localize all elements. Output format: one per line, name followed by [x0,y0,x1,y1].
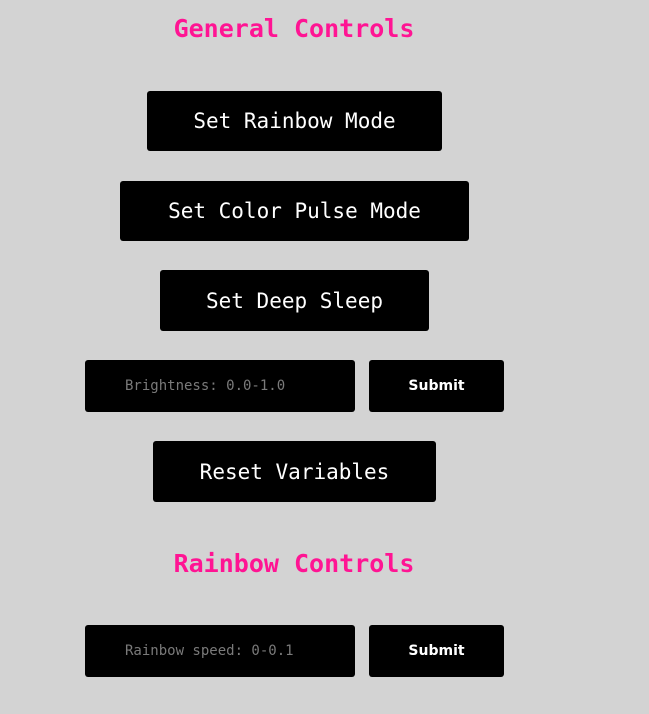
brightness-input[interactable] [85,360,355,412]
brightness-submit-button[interactable]: Submit [369,360,504,412]
general-controls-heading: General Controls [173,14,415,43]
set-rainbow-mode-button[interactable]: Set Rainbow Mode [147,91,442,151]
set-color-pulse-mode-button[interactable]: Set Color Pulse Mode [120,181,469,241]
rainbow-speed-submit-button[interactable]: Submit [369,625,504,677]
reset-variables-button[interactable]: Reset Variables [153,441,436,502]
rainbow-controls-heading: Rainbow Controls [173,549,415,578]
rainbow-speed-input[interactable] [85,625,355,677]
set-deep-sleep-button[interactable]: Set Deep Sleep [160,270,429,331]
